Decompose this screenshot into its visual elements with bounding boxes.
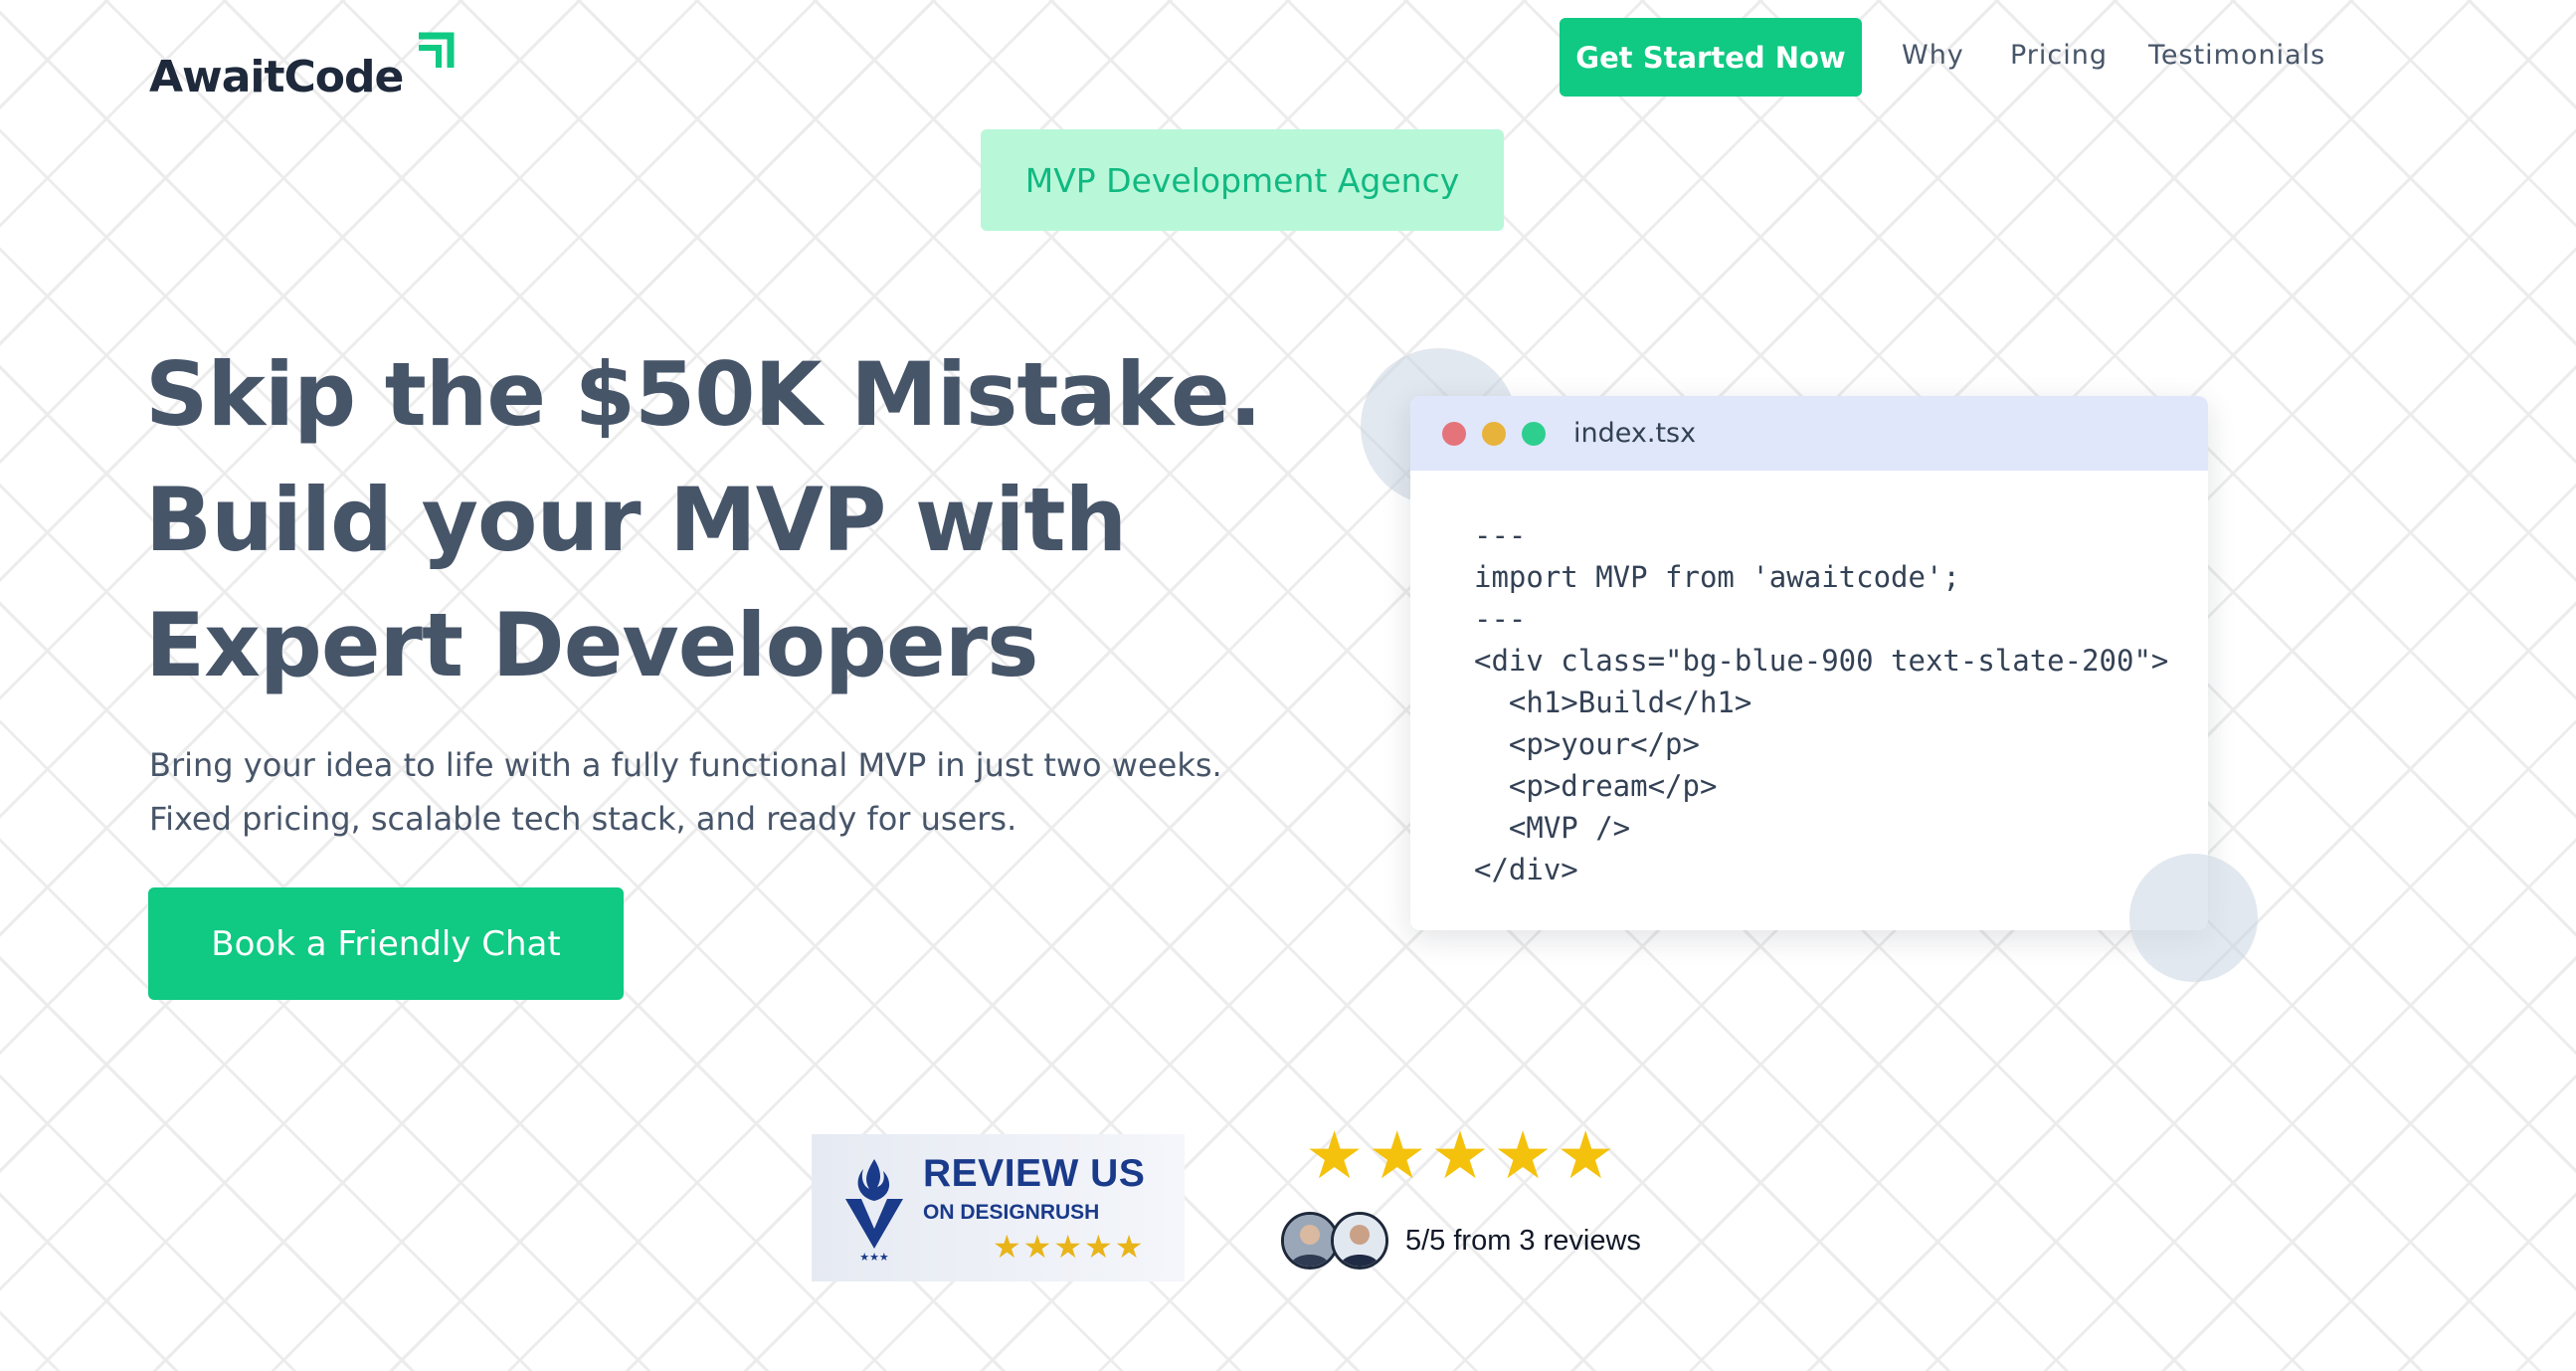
logo[interactable]: AwaitCode	[149, 30, 457, 99]
code-line: </div>	[1474, 853, 1578, 886]
avatar-image	[1284, 1215, 1336, 1267]
code-line: <h1>Build</h1>	[1474, 686, 1752, 719]
code-body: --- import MVP from 'awaitcode'; --- <di…	[1410, 471, 2208, 890]
logo-text: AwaitCode	[149, 52, 404, 102]
code-line: ---	[1474, 602, 1527, 636]
code-line: <p>dream</p>	[1474, 769, 1718, 803]
designrush-flame-v-icon: ★★★	[845, 1159, 903, 1263]
nav-testimonials[interactable]: Testimonials	[2148, 40, 2325, 71]
window-close-dot	[1442, 421, 1466, 446]
get-started-button[interactable]: Get Started Now	[1560, 18, 1862, 97]
designrush-stars: ★★★★★	[992, 1228, 1146, 1265]
nav-pricing[interactable]: Pricing	[2010, 40, 2108, 71]
window-minimize-dot	[1482, 421, 1506, 446]
designrush-text: REVIEW US ON DESIGNRUSH ★★★★★	[923, 1154, 1145, 1263]
code-titlebar: index.tsx	[1410, 396, 2208, 471]
code-line: <p>your</p>	[1474, 727, 1700, 761]
code-line: import MVP from 'awaitcode';	[1474, 560, 1960, 594]
designrush-review-badge[interactable]: ★★★ REVIEW US ON DESIGNRUSH ★★★★★	[812, 1134, 1185, 1281]
nav-why[interactable]: Why	[1902, 40, 1964, 71]
code-line: <MVP />	[1474, 811, 1631, 845]
decorative-circle	[2129, 854, 2258, 982]
code-window: index.tsx --- import MVP from 'awaitcode…	[1410, 396, 2208, 930]
book-chat-button[interactable]: Book a Friendly Chat	[148, 887, 624, 1000]
designrush-subtitle: ON DESIGNRUSH	[923, 1200, 1100, 1224]
hero-headline: Skip the $50K Mistake. Build your MVP wi…	[145, 332, 1289, 708]
hero-subtext: Bring your idea to life with a fully fun…	[149, 746, 1222, 838]
code-line: <div class="bg-blue-900 text-slate-200">	[1474, 644, 2169, 678]
headline-line-1: Skip the $50K Mistake.	[145, 343, 1262, 446]
avatar	[1331, 1212, 1388, 1270]
review-count: 5/5 from 3 reviews	[1405, 1225, 1641, 1257]
rating-stars: ★★★★★	[1305, 1118, 1619, 1192]
headline-line-3: Expert Developers	[145, 594, 1039, 696]
code-line: ---	[1474, 518, 1527, 552]
code-filename: index.tsx	[1573, 418, 1697, 449]
agency-badge: MVP Development Agency	[981, 129, 1504, 231]
arrow-up-right-icon	[419, 32, 455, 68]
avatar-image	[1334, 1215, 1385, 1267]
window-maximize-dot	[1522, 421, 1546, 446]
svg-text:★★★: ★★★	[859, 1251, 889, 1263]
designrush-title: REVIEW US	[923, 1151, 1146, 1195]
headline-line-2: Build your MVP with	[145, 469, 1127, 571]
